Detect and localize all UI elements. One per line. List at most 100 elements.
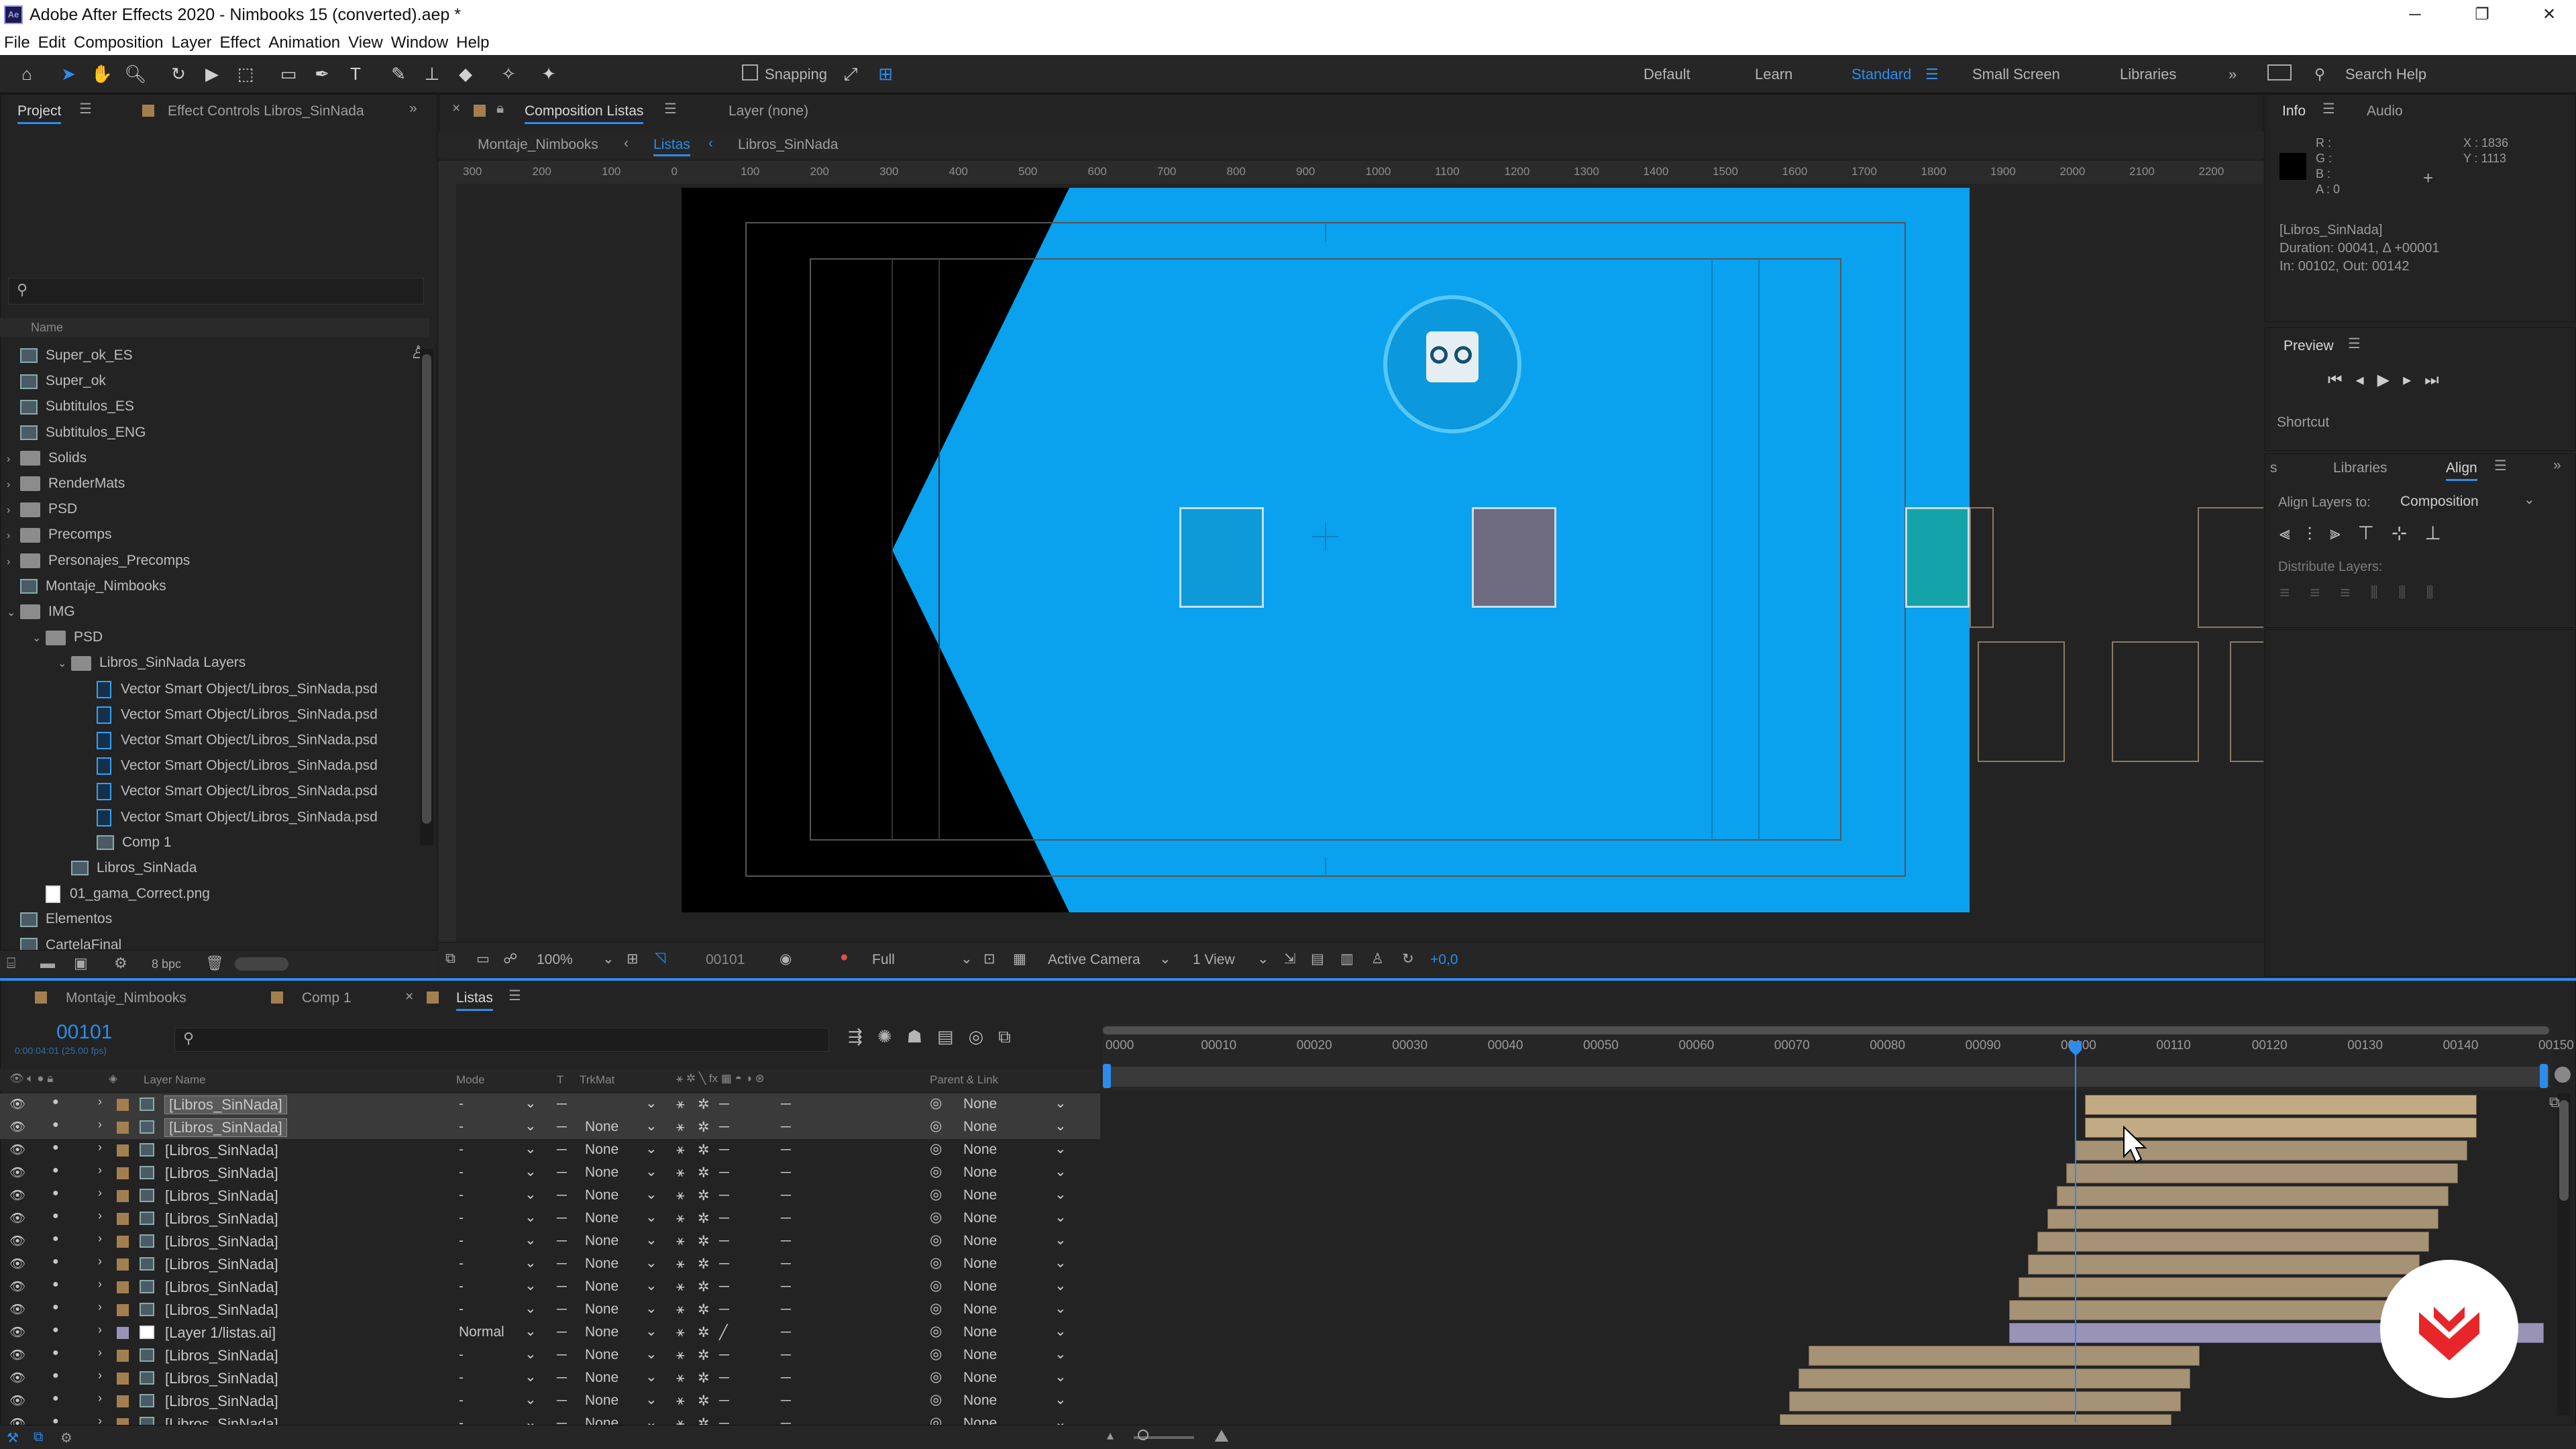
timeline-tab-listas[interactable]: Listas: [456, 990, 493, 1011]
workspace-menu-icon[interactable]: ☰: [1925, 66, 1939, 83]
visibility-eye-icon[interactable]: 👁︎: [9, 1324, 25, 1340]
project-item[interactable]: › Solids: [7, 450, 87, 476]
collapse-switch-icon[interactable]: ✲: [698, 1301, 710, 1318]
time-ruler[interactable]: 0000 00010 00020 00030 00040 00050 00060 00070 0…: [1103, 1024, 2574, 1091]
shy-switch-icon[interactable]: ⚹: [676, 1256, 685, 1272]
layer-row[interactable]: 👁︎ ● › [Libros_SinNada] - ⌄ ─ None ⌄ ⚹ ✲…: [0, 1208, 1100, 1230]
layer-label-color-icon[interactable]: [117, 1304, 129, 1316]
distribute-bottom-icon[interactable]: ≡: [2340, 582, 2370, 602]
transparency-grid-icon[interactable]: ▦: [1013, 951, 1026, 967]
chevron-down-icon[interactable]: ⌄: [525, 1323, 537, 1340]
menu-layer[interactable]: Layer: [167, 30, 215, 52]
close-timeline-tab-icon[interactable]: ×: [405, 989, 413, 1005]
project-scrollbar[interactable]: [420, 349, 433, 845]
motion-blur-switch-icon[interactable]: ─: [781, 1233, 791, 1249]
layer-mode-dropdown[interactable]: -: [459, 1210, 464, 1226]
preserve-transparency-checkbox[interactable]: ─: [557, 1301, 567, 1318]
shy-switch-icon[interactable]: ⚹: [676, 1324, 685, 1340]
quality-switch-icon[interactable]: ─: [719, 1301, 729, 1318]
interpret-footage-icon[interactable]: ⌸: [7, 955, 15, 972]
tab-align[interactable]: Align: [2446, 460, 2477, 481]
panel-overflow-icon[interactable]: »: [409, 101, 417, 117]
expand-arrow-icon[interactable]: ⌄: [58, 657, 71, 670]
chevron-down-icon[interactable]: ⌄: [645, 1368, 657, 1385]
layer-label-color-icon[interactable]: [117, 1395, 129, 1407]
layer-name[interactable]: [Libros_SinNada]: [165, 1165, 278, 1182]
expand-arrow-icon[interactable]: ›: [7, 479, 20, 491]
project-item[interactable]: 01_gama_Correct.png: [32, 885, 210, 911]
layer-name[interactable]: [Libros_SinNada]: [164, 1118, 287, 1137]
collapse-switch-icon[interactable]: ✲: [698, 1096, 710, 1113]
layer-name[interactable]: [Libros_SinNada]: [165, 1233, 278, 1250]
layer-mode-dropdown[interactable]: -: [459, 1187, 464, 1203]
chevron-down-icon[interactable]: ⌄: [645, 1140, 657, 1157]
chevron-down-icon[interactable]: ⌄: [1055, 1368, 1067, 1385]
layer-row[interactable]: 👁︎ ● › [Libros_SinNada] - ⌄ ─ None ⌄ ⚹ ✲…: [0, 1116, 1100, 1139]
time-navigator[interactable]: [1103, 1067, 2549, 1087]
render-time-icon[interactable]: ⚙: [60, 1430, 72, 1446]
project-item[interactable]: Super_ok_ES: [7, 347, 133, 373]
monitor-icon[interactable]: ▭: [476, 951, 490, 967]
thumbnail-slider[interactable]: [235, 957, 288, 971]
layer-name[interactable]: [Libros_SinNada]: [164, 1095, 287, 1114]
project-item[interactable]: › Precomps: [7, 527, 112, 552]
preserve-transparency-checkbox[interactable]: ─: [557, 1347, 567, 1363]
snap-features-icon[interactable]: ⊞: [872, 60, 899, 87]
chevron-down-icon[interactable]: ⌄: [525, 1140, 537, 1157]
preserve-transparency-checkbox[interactable]: ─: [557, 1210, 567, 1226]
column-layer-name[interactable]: Layer Name: [144, 1073, 206, 1087]
visibility-eye-icon[interactable]: 👁︎: [9, 1119, 25, 1135]
project-item[interactable]: ⌄ Libros_SinNada Layers: [58, 655, 246, 680]
exposure-value[interactable]: +0,0: [1430, 952, 1458, 968]
parent-dropdown[interactable]: None: [963, 1324, 997, 1340]
quality-switch-icon[interactable]: ─: [719, 1165, 729, 1181]
chevron-down-icon[interactable]: ⌄: [645, 1163, 657, 1180]
motion-blur-switch-icon[interactable]: ─: [781, 1256, 791, 1272]
collapse-switch-icon[interactable]: ✲: [698, 1256, 710, 1273]
workspaces-overflow-icon[interactable]: »: [2229, 66, 2237, 83]
layer-label-color-icon[interactable]: [117, 1144, 129, 1157]
quality-switch-icon[interactable]: ─: [719, 1210, 729, 1226]
mask-visibility-icon[interactable]: ☍: [503, 951, 517, 967]
pick-whip-icon[interactable]: ◎: [930, 1118, 942, 1134]
expand-arrow-icon[interactable]: ›: [98, 1095, 102, 1109]
timeline-search-input[interactable]: ⚲: [174, 1028, 829, 1052]
quality-switch-icon[interactable]: ─: [719, 1370, 729, 1386]
layer-mode-dropdown[interactable]: -: [459, 1301, 464, 1318]
project-item[interactable]: Vector Smart Object/Libros_SinNada.psd: [83, 732, 378, 757]
chevron-down-icon[interactable]: ⌄: [645, 1323, 657, 1340]
expand-arrow-icon[interactable]: ›: [7, 530, 20, 542]
layer-label-color-icon[interactable]: [117, 1236, 129, 1248]
tab-preview[interactable]: Preview: [2284, 338, 2334, 354]
pick-whip-icon[interactable]: ◎: [930, 1163, 942, 1180]
timeline-tab-comp1[interactable]: Comp 1: [302, 990, 352, 1006]
quality-switch-icon[interactable]: ─: [719, 1142, 729, 1158]
roto-brush-tool-icon[interactable]: ✧: [495, 60, 522, 87]
column-mode[interactable]: Mode: [456, 1073, 485, 1087]
snap-edges-icon[interactable]: ⤢: [837, 60, 864, 87]
chevron-down-icon[interactable]: ⌄: [645, 1391, 657, 1408]
visibility-eye-icon[interactable]: 👁︎: [9, 1165, 25, 1181]
workspace-standard[interactable]: Standard: [1851, 66, 1911, 83]
layer-row[interactable]: 👁︎ ● › [Libros_SinNada] - ⌄ ─ None ⌄ ⚹ ✲…: [0, 1367, 1100, 1390]
motion-blur-switch-icon[interactable]: ─: [781, 1119, 791, 1135]
expand-arrow-icon[interactable]: ›: [7, 556, 20, 568]
project-item[interactable]: ⌄ PSD: [32, 629, 103, 655]
rectangle-tool-icon[interactable]: ▭: [275, 60, 302, 87]
color-channels-icon[interactable]: ●: [840, 949, 849, 965]
visibility-eye-icon[interactable]: 👁︎: [9, 1301, 25, 1318]
chevron-down-icon[interactable]: ⌄: [1055, 1163, 1067, 1180]
chevron-down-icon[interactable]: ⌄: [525, 1300, 537, 1317]
workspace-default[interactable]: Default: [1644, 66, 1690, 83]
chevron-down-icon[interactable]: ⌄: [645, 1232, 657, 1248]
project-item[interactable]: Comp 1: [83, 835, 172, 860]
shy-switch-icon[interactable]: ⚹: [676, 1187, 685, 1203]
brush-tool-icon[interactable]: ✎: [385, 60, 412, 87]
parent-dropdown[interactable]: None: [963, 1370, 997, 1386]
visibility-eye-icon[interactable]: 👁︎: [9, 1233, 25, 1249]
visibility-eye-icon[interactable]: 👁︎: [9, 1370, 25, 1386]
layer-name[interactable]: [Libros_SinNada]: [165, 1256, 278, 1273]
chevron-down-icon[interactable]: ⌄: [1055, 1391, 1067, 1408]
chevron-down-icon[interactable]: ⌄: [525, 1163, 537, 1180]
play-icon[interactable]: ▶: [2377, 371, 2403, 389]
